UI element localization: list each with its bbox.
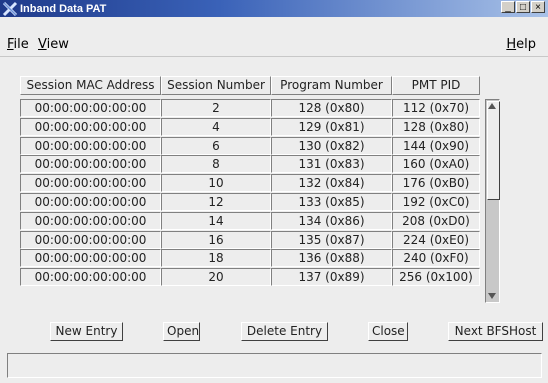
table-cell-session-mac-address[interactable]: 00:00:00:00:00:00	[20, 118, 161, 136]
table-cell-session-number[interactable]: 20	[161, 268, 271, 286]
table-cell-session-mac-address[interactable]: 00:00:00:00:00:00	[20, 137, 161, 155]
menu-separator	[0, 56, 548, 57]
table-cell-pmt-pid[interactable]: 128 (0x80)	[392, 118, 480, 136]
table-cell-session-mac-address[interactable]: 00:00:00:00:00:00	[20, 212, 161, 230]
table-cell-pmt-pid[interactable]: 192 (0xC0)	[392, 193, 480, 211]
table-cell-pmt-pid[interactable]: 224 (0xE0)	[392, 231, 480, 249]
table-cell-session-number[interactable]: 2	[161, 99, 271, 117]
table-cell-session-mac-address[interactable]: 00:00:00:00:00:00	[20, 231, 161, 249]
menu-view-label: iew	[46, 37, 69, 52]
window-controls: _ □ ×	[501, 1, 545, 13]
menu-bar: File View Help	[0, 33, 548, 57]
table-cell-session-mac-address[interactable]: 00:00:00:00:00:00	[20, 155, 161, 173]
column-header-program-number[interactable]: Program Number	[271, 76, 392, 95]
table-cell-pmt-pid[interactable]: 208 (0xD0)	[392, 212, 480, 230]
menu-help-label: elp	[516, 37, 536, 52]
table-cell-program-number[interactable]: 135 (0x87)	[271, 231, 392, 249]
table-cell-program-number[interactable]: 133 (0x85)	[271, 193, 392, 211]
menu-help-mnemonic: H	[506, 37, 517, 52]
table-cell-program-number[interactable]: 129 (0x81)	[271, 118, 392, 136]
main-window: Inband Data PAT _ □ × File View Help Ses…	[0, 0, 548, 383]
table-cell-program-number[interactable]: 130 (0x82)	[271, 137, 392, 155]
delete-entry-button[interactable]: Delete Entry	[241, 322, 328, 341]
scroll-down-arrow-icon[interactable]	[488, 293, 496, 299]
table-cell-program-number[interactable]: 137 (0x89)	[271, 268, 392, 286]
table-cell-session-mac-address[interactable]: 00:00:00:00:00:00	[20, 249, 161, 267]
table-cell-session-number[interactable]: 12	[161, 193, 271, 211]
next-bfshost-button[interactable]: Next BFSHost	[448, 322, 543, 341]
table-cell-pmt-pid[interactable]: 160 (0xA0)	[392, 155, 480, 173]
column-header-session-number[interactable]: Session Number	[161, 76, 271, 95]
table-cell-pmt-pid[interactable]: 144 (0x90)	[392, 137, 480, 155]
column-header-session-mac-address[interactable]: Session MAC Address	[20, 76, 161, 95]
new-entry-button[interactable]: New Entry	[50, 322, 123, 341]
open-button[interactable]: Open	[163, 322, 200, 341]
table-cell-session-number[interactable]: 10	[161, 174, 271, 192]
status-bar	[7, 353, 542, 378]
window-title: Inband Data PAT	[20, 2, 107, 15]
menu-view-mnemonic: V	[38, 37, 47, 52]
scrollbar-thumb[interactable]	[487, 101, 500, 200]
table-cell-session-number[interactable]: 18	[161, 249, 271, 267]
table-cell-session-number[interactable]: 4	[161, 118, 271, 136]
table-cell-program-number[interactable]: 131 (0x83)	[271, 155, 392, 173]
table-cell-pmt-pid[interactable]: 256 (0x100)	[392, 268, 480, 286]
close-window-button[interactable]: ×	[531, 1, 545, 13]
table-cell-pmt-pid[interactable]: 240 (0xF0)	[392, 249, 480, 267]
close-button[interactable]: Close	[368, 322, 408, 341]
scroll-up-arrow-icon[interactable]	[488, 103, 496, 109]
menu-file[interactable]: File	[7, 37, 29, 52]
table-cell-session-number[interactable]: 14	[161, 212, 271, 230]
menu-view[interactable]: View	[38, 37, 69, 52]
menu-file-label: ile	[13, 37, 29, 52]
maximize-button[interactable]: □	[516, 1, 530, 13]
table-cell-session-number[interactable]: 16	[161, 231, 271, 249]
minimize-button[interactable]: _	[501, 1, 515, 13]
menu-help[interactable]: Help	[506, 37, 536, 52]
table-cell-program-number[interactable]: 134 (0x86)	[271, 212, 392, 230]
title-bar[interactable]: Inband Data PAT _ □ ×	[0, 0, 548, 17]
table-cell-session-mac-address[interactable]: 00:00:00:00:00:00	[20, 174, 161, 192]
table-cell-program-number[interactable]: 136 (0x88)	[271, 249, 392, 267]
table-cell-session-number[interactable]: 8	[161, 155, 271, 173]
column-header-pmt-pid[interactable]: PMT PID	[392, 76, 480, 95]
table-scrollbar[interactable]	[485, 99, 500, 303]
table-cell-pmt-pid[interactable]: 112 (0x70)	[392, 99, 480, 117]
table-cell-session-mac-address[interactable]: 00:00:00:00:00:00	[20, 193, 161, 211]
table-cell-session-mac-address[interactable]: 00:00:00:00:00:00	[20, 268, 161, 286]
table-cell-program-number[interactable]: 128 (0x80)	[271, 99, 392, 117]
x-logo-icon	[2, 1, 18, 16]
table-cell-pmt-pid[interactable]: 176 (0xB0)	[392, 174, 480, 192]
table-cell-session-number[interactable]: 6	[161, 137, 271, 155]
table-cell-program-number[interactable]: 132 (0x84)	[271, 174, 392, 192]
table-cell-session-mac-address[interactable]: 00:00:00:00:00:00	[20, 99, 161, 117]
